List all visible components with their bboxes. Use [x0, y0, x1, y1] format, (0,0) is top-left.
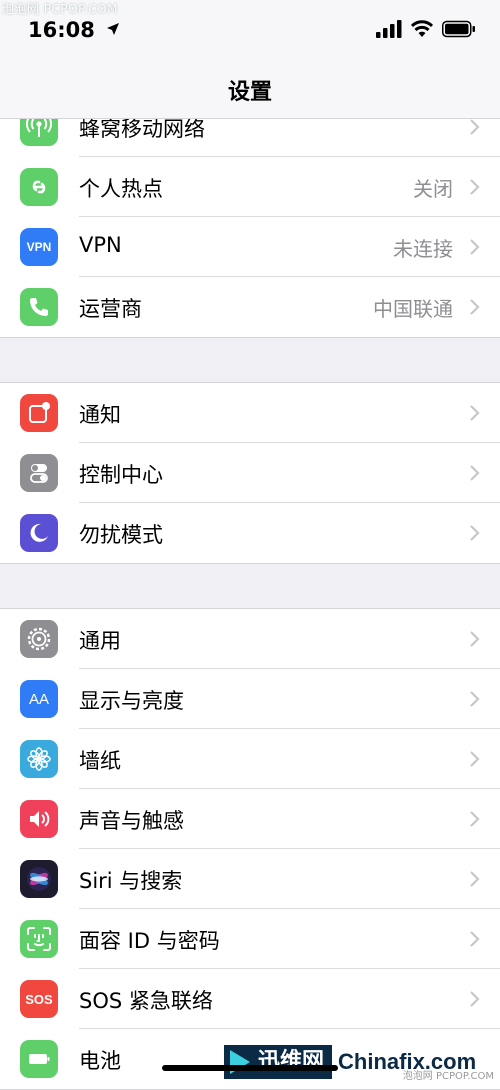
settings-group-connectivity: 蜂窝移动网络 个人热点 关闭 VPN VPN 未连接 运营商 中国联通 — [0, 96, 500, 338]
chevron-right-icon — [470, 239, 480, 255]
settings-item-vpn[interactable]: VPN VPN 未连接 — [0, 217, 500, 277]
settings-item-label: SOS 紧急联络 — [79, 989, 213, 1013]
settings-item-sounds[interactable]: 声音与触感 — [0, 789, 500, 849]
logo-part1: 迅维网 — [224, 1044, 333, 1079]
vpn-icon: VPN — [20, 228, 58, 266]
clock-text: 16:08 — [28, 18, 95, 42]
vpn-icon-text: VPN — [26, 240, 52, 254]
page-title: 设置 — [227, 80, 272, 105]
settings-item-label: VPN — [79, 233, 122, 257]
chevron-right-icon — [470, 119, 480, 135]
battery-icon — [20, 1040, 58, 1078]
face-id-icon — [20, 920, 58, 958]
gear-icon — [20, 620, 58, 658]
settings-item-value: 中国联通 — [373, 297, 453, 321]
text-size-icon-text: AA — [28, 690, 49, 708]
chevron-right-icon — [470, 871, 480, 887]
settings-item-label: 显示与亮度 — [79, 689, 184, 713]
settings-item-label: 通用 — [79, 629, 121, 653]
speaker-icon — [20, 800, 58, 838]
settings-item-label: 运营商 — [79, 297, 142, 321]
settings-item-wallpaper[interactable]: 墙纸 — [0, 729, 500, 789]
link-icon — [20, 168, 58, 206]
settings-item-faceid[interactable]: 面容 ID 与密码 — [0, 909, 500, 969]
status-time: 16:08 — [28, 18, 120, 42]
moon-icon — [20, 514, 58, 552]
text-size-icon: AA — [20, 680, 58, 718]
nav-bar: 设置 — [0, 60, 500, 119]
chevron-right-icon — [470, 179, 480, 195]
settings-item-label: 个人热点 — [79, 177, 163, 201]
signal-icon — [375, 20, 402, 38]
chevron-right-icon — [470, 525, 480, 541]
settings-item-label: 墙纸 — [79, 749, 121, 773]
phone-icon — [20, 288, 58, 326]
siri-icon — [20, 860, 58, 898]
settings-item-label: 面容 ID 与密码 — [79, 929, 220, 953]
settings-item-general[interactable]: 通用 — [0, 609, 500, 669]
settings-item-hotspot[interactable]: 个人热点 关闭 — [0, 157, 500, 217]
settings-item-label: 勿扰模式 — [79, 523, 163, 547]
sos-icon: SOS — [20, 980, 58, 1018]
settings-item-value: 未连接 — [393, 237, 453, 261]
settings-item-sos[interactable]: SOS SOS 紧急联络 — [0, 969, 500, 1029]
chevron-right-icon — [470, 405, 480, 421]
toggles-icon — [20, 454, 58, 492]
settings-item-label: Siri 与搜索 — [79, 869, 183, 893]
settings-item-control-center[interactable]: 控制中心 — [0, 443, 500, 503]
notification-icon — [20, 394, 58, 432]
settings-item-label: 声音与触感 — [79, 809, 184, 833]
sos-icon-text: SOS — [25, 991, 53, 1007]
settings-item-value: 关闭 — [413, 177, 453, 201]
settings-item-label: 控制中心 — [79, 463, 163, 487]
settings-item-notifications[interactable]: 通知 — [0, 383, 500, 443]
chevron-right-icon — [470, 299, 480, 315]
home-indicator[interactable] — [162, 1065, 338, 1071]
settings-group-general: 通用 AA 显示与亮度 墙纸 声音与触感 Siri 与搜索 面容 ID 与密码 … — [0, 608, 500, 1090]
watermark-top: 泡泡网 PCPOP.COM — [2, 2, 118, 16]
flower-icon — [20, 740, 58, 778]
settings-item-label: 通知 — [79, 403, 121, 427]
settings-item-display[interactable]: AA 显示与亮度 — [0, 669, 500, 729]
chevron-right-icon — [470, 691, 480, 707]
settings-item-siri[interactable]: Siri 与搜索 — [0, 849, 500, 909]
watermark-bottom: 泡泡网 PCPOP.COM — [402, 1071, 494, 1082]
settings-group-notifications: 通知 控制中心 勿扰模式 — [0, 382, 500, 564]
chevron-right-icon — [470, 811, 480, 827]
chevron-right-icon — [470, 631, 480, 647]
location-arrow-icon — [107, 23, 120, 35]
chevron-right-icon — [470, 931, 480, 947]
settings-item-dnd[interactable]: 勿扰模式 — [0, 503, 500, 563]
settings-item-label: 电池 — [79, 1049, 121, 1073]
chevron-right-icon — [470, 991, 480, 1007]
chevron-right-icon — [470, 751, 480, 767]
status-icons — [375, 20, 476, 42]
wifi-icon — [410, 20, 433, 37]
battery-status-icon — [442, 20, 475, 38]
settings-item-carrier[interactable]: 运营商 中国联通 — [0, 277, 500, 337]
chevron-right-icon — [470, 465, 480, 481]
